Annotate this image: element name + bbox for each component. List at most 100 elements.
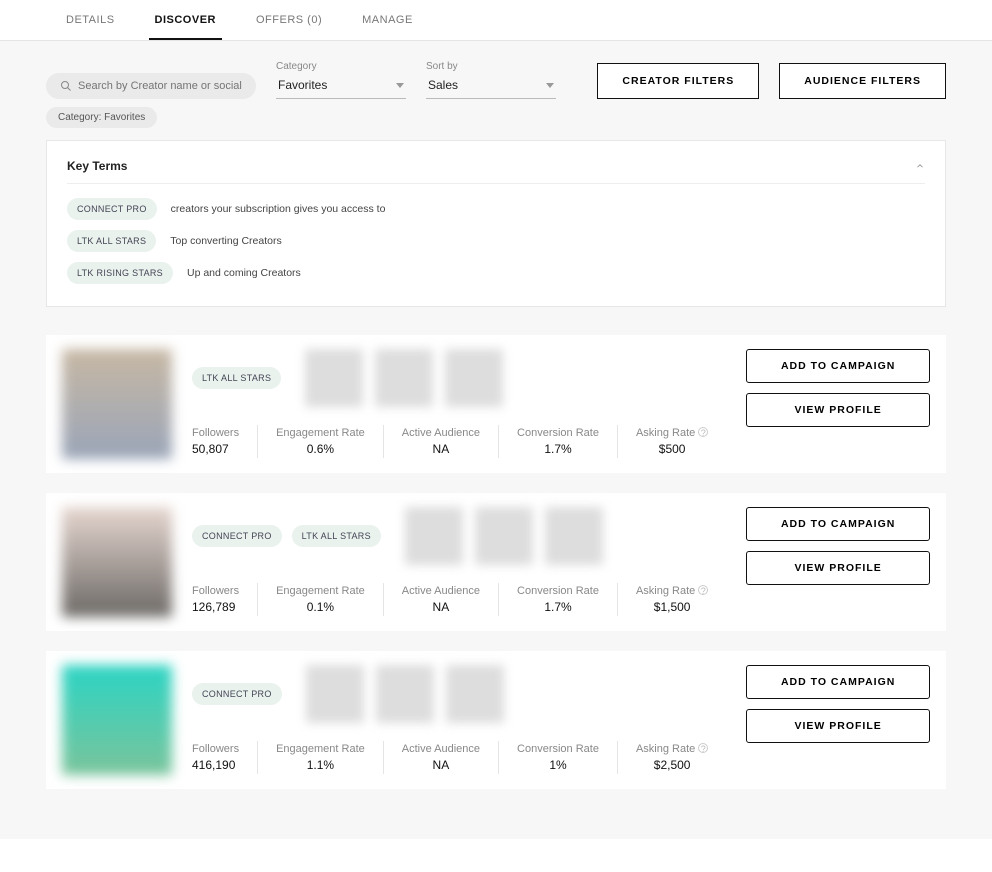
stat-engagement: Engagement Rate 1.1% <box>258 741 384 774</box>
term-desc: Top converting Creators <box>170 235 281 247</box>
content-thumbnail[interactable] <box>445 349 503 407</box>
stat-asking: Asking Rate? $2,500 <box>618 741 726 774</box>
creator-badge: CONNECT PRO <box>192 683 282 705</box>
view-profile-button[interactable]: VIEW PROFILE <box>746 551 930 585</box>
stats-row: Followers50,807 Engagement Rate 0.6% Active… <box>192 425 726 458</box>
term-row: LTK RISING STARS Up and coming Creators <box>67 262 925 284</box>
content-thumbnail[interactable] <box>375 349 433 407</box>
stat-followers: Followers50,807 <box>192 425 258 458</box>
stat-value: 126,789 <box>192 600 239 614</box>
card-main: LTK ALL STARSFollowers50,807Engagement R… <box>192 349 726 459</box>
stat-audience: Active Audience NA <box>384 425 499 458</box>
content-thumbnail[interactable] <box>306 665 364 723</box>
audience-filters-button[interactable]: AUDIENCE FILTERS <box>779 63 946 99</box>
stat-label: Followers <box>192 743 239 755</box>
stat-value: 1.7% <box>517 600 599 614</box>
stat-value: 0.6% <box>276 442 365 456</box>
content-thumbnail[interactable] <box>446 665 504 723</box>
stat-label: Conversion Rate <box>517 743 599 755</box>
tab-discover[interactable]: DISCOVER <box>149 0 222 40</box>
creator-avatar[interactable] <box>62 349 172 459</box>
stat-asking: Asking Rate?$500 <box>618 425 726 458</box>
stat-audience: Active Audience NA <box>384 741 499 774</box>
stat-label: Active Audience <box>402 427 480 439</box>
content-thumbnail[interactable] <box>405 507 463 565</box>
card-main: CONNECT PRO Followers 416,190 Engagement Ra… <box>192 665 726 775</box>
category-select[interactable]: Category Favorites <box>276 61 406 99</box>
term-row: CONNECT PRO creators your subscription g… <box>67 198 925 220</box>
creator-card: CONNECT PRO Followers 416,190 Engagement Ra… <box>46 651 946 789</box>
term-badge: LTK ALL STARS <box>67 230 156 252</box>
stat-value: $1,500 <box>636 600 708 614</box>
stat-engagement: Engagement Rate 0.6% <box>258 425 384 458</box>
key-terms-title: Key Terms <box>67 159 127 173</box>
stat-value: 1.7% <box>517 442 599 456</box>
badge-row: CONNECT PRO <box>192 674 282 714</box>
stat-engagement: Engagement Rate 0.1% <box>258 583 384 616</box>
view-profile-button[interactable]: VIEW PROFILE <box>746 709 930 743</box>
term-row: LTK ALL STARS Top converting Creators <box>67 230 925 252</box>
view-profile-button[interactable]: VIEW PROFILE <box>746 393 930 427</box>
card-actions: ADD TO CAMPAIGN VIEW PROFILE <box>746 665 930 775</box>
content-thumbnail[interactable] <box>305 349 363 407</box>
card-actions: ADD TO CAMPAIGN VIEW PROFILE <box>746 507 930 617</box>
search-box[interactable] <box>46 73 256 99</box>
stat-label: Conversion Rate <box>517 427 599 439</box>
stat-value: $2,500 <box>636 758 708 772</box>
sort-select[interactable]: Sort by Sales <box>426 61 556 99</box>
content-thumbnail[interactable] <box>545 507 603 565</box>
chevron-up-icon[interactable] <box>915 161 925 171</box>
content-thumbnail[interactable] <box>376 665 434 723</box>
creator-avatar[interactable] <box>62 665 172 775</box>
stat-value: 416,190 <box>192 758 239 772</box>
search-input[interactable] <box>78 80 242 92</box>
help-icon[interactable]: ? <box>698 585 708 595</box>
term-badge: LTK RISING STARS <box>67 262 173 284</box>
creator-filters-button[interactable]: CREATOR FILTERS <box>597 63 759 99</box>
card-main: CONNECT PROLTK ALL STARS Followers 126,789… <box>192 507 726 617</box>
stat-label: Engagement Rate <box>276 743 365 755</box>
key-terms-panel: Key Terms CONNECT PRO creators your subs… <box>46 140 946 307</box>
filter-chip-category[interactable]: Category: Favorites <box>46 107 157 128</box>
stat-conversion: Conversion Rate 1.7% <box>499 583 618 616</box>
stat-label: Asking Rate? <box>636 427 708 439</box>
stat-label: Conversion Rate <box>517 585 599 597</box>
stat-followers: Followers 126,789 <box>192 583 258 616</box>
stat-conversion: Conversion Rate 1.7% <box>499 425 618 458</box>
caret-down-icon <box>396 83 404 88</box>
search-icon <box>60 80 72 92</box>
stat-value: 1.1% <box>276 758 365 772</box>
stat-value: 1% <box>517 758 599 772</box>
stat-value: 0.1% <box>276 600 365 614</box>
stat-label: Engagement Rate <box>276 427 365 439</box>
creator-badge: LTK ALL STARS <box>292 525 381 547</box>
badge-row: CONNECT PROLTK ALL STARS <box>192 516 381 556</box>
help-icon[interactable]: ? <box>698 743 708 753</box>
stat-label: Asking Rate? <box>636 743 708 755</box>
tab-offers[interactable]: OFFERS (0) <box>250 0 328 40</box>
stat-label: Active Audience <box>402 743 480 755</box>
stat-audience: Active AudienceNA <box>384 583 499 616</box>
stat-value: NA <box>402 758 480 772</box>
thumbnail-row <box>305 349 503 407</box>
sort-label: Sort by <box>426 61 556 72</box>
creator-badge: LTK ALL STARS <box>192 367 281 389</box>
stat-label: Active Audience <box>402 585 480 597</box>
creator-avatar[interactable] <box>62 507 172 617</box>
add-to-campaign-button[interactable]: ADD TO CAMPAIGN <box>746 349 930 383</box>
sort-value: Sales <box>428 78 458 92</box>
help-icon[interactable]: ? <box>698 427 708 437</box>
tab-manage[interactable]: MANAGE <box>356 0 419 40</box>
stat-label: Engagement Rate <box>276 585 365 597</box>
tab-details[interactable]: DETAILS <box>60 0 121 40</box>
stat-label: Asking Rate? <box>636 585 708 597</box>
content-thumbnail[interactable] <box>475 507 533 565</box>
add-to-campaign-button[interactable]: ADD TO CAMPAIGN <box>746 507 930 541</box>
stat-label: Followers <box>192 427 239 439</box>
creator-card: CONNECT PROLTK ALL STARS Followers 126,789… <box>46 493 946 631</box>
card-actions: ADD TO CAMPAIGN VIEW PROFILE <box>746 349 930 459</box>
stat-label: Followers <box>192 585 239 597</box>
stat-value: NA <box>402 442 480 456</box>
stats-row: Followers 416,190 Engagement Rate 1.1% Activ… <box>192 741 726 774</box>
add-to-campaign-button[interactable]: ADD TO CAMPAIGN <box>746 665 930 699</box>
